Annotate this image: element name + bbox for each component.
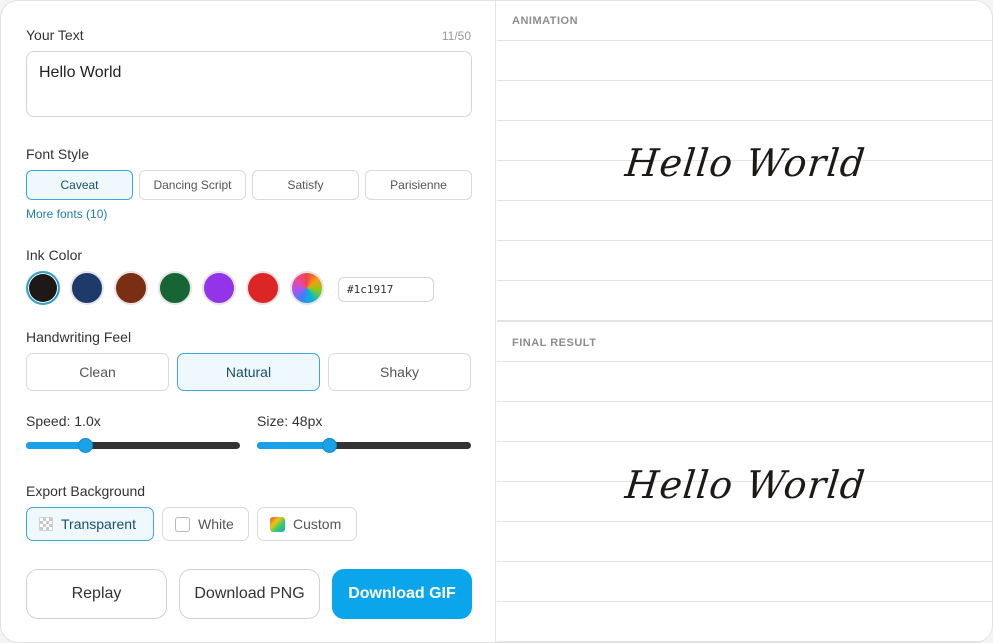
character-counter: 11/50 — [441, 29, 471, 43]
speed-label: Speed: 1.0x — [26, 413, 101, 429]
speed-slider[interactable] — [26, 438, 240, 453]
speed-slider-fill — [26, 442, 86, 449]
bg-option-custom[interactable]: Custom — [257, 507, 357, 541]
preview-panel: ANIMATION Hello World FINAL RESULT Hello… — [497, 1, 992, 642]
download-gif-button[interactable]: Download GIF — [332, 569, 472, 619]
bg-option-transparent[interactable]: Transparent — [26, 507, 154, 541]
text-input-label: Your Text — [26, 27, 84, 43]
color-palette-icon — [270, 516, 285, 532]
swatch-purple[interactable] — [202, 271, 236, 305]
bg-option-label: Custom — [293, 516, 342, 532]
font-option-caveat[interactable]: Caveat — [26, 170, 133, 200]
speed-slider-thumb[interactable] — [77, 438, 93, 453]
size-slider-fill — [257, 442, 330, 449]
swatch-black[interactable] — [26, 271, 60, 305]
controls-panel: Your Text 11/50 Hello World Font Style C… — [1, 1, 496, 642]
download-png-button[interactable]: Download PNG — [179, 569, 320, 619]
bg-option-label: Transparent — [61, 516, 136, 532]
animation-handwriting: Hello World — [623, 141, 868, 185]
replay-button[interactable]: Replay — [26, 569, 167, 619]
hex-color-input[interactable] — [338, 277, 434, 302]
bg-option-white[interactable]: White — [162, 507, 249, 541]
size-slider-thumb[interactable] — [321, 438, 337, 453]
handwriting-feel-label: Handwriting Feel — [26, 329, 132, 345]
swatch-brown[interactable] — [114, 271, 148, 305]
final-handwriting: Hello World — [623, 463, 868, 507]
handwriting-app: Your Text 11/50 Hello World Font Style C… — [0, 0, 993, 643]
swatch-custom-rainbow[interactable] — [290, 271, 324, 305]
feel-option-natural[interactable]: Natural — [177, 353, 320, 391]
font-option-parisienne[interactable]: Parisienne — [365, 170, 472, 200]
font-style-label: Font Style — [26, 146, 90, 162]
text-input[interactable]: Hello World — [26, 51, 472, 117]
final-result-title: FINAL RESULT — [512, 337, 597, 349]
more-fonts-link[interactable]: More fonts (10) — [26, 207, 107, 221]
font-option-satisfy[interactable]: Satisfy — [252, 170, 359, 200]
bg-option-label: White — [198, 516, 234, 532]
checkerboard-icon — [39, 517, 53, 531]
swatch-red[interactable] — [246, 271, 280, 305]
swatch-green[interactable] — [158, 271, 192, 305]
export-background-label: Export Background — [26, 483, 146, 499]
size-label: Size: 48px — [257, 413, 323, 429]
white-square-icon — [175, 516, 190, 532]
swatch-navy[interactable] — [70, 271, 104, 305]
animation-title: ANIMATION — [512, 15, 579, 27]
feel-option-shaky[interactable]: Shaky — [328, 353, 471, 391]
feel-option-clean[interactable]: Clean — [26, 353, 169, 391]
size-slider[interactable] — [257, 438, 471, 453]
font-option-dancing-script[interactable]: Dancing Script — [139, 170, 246, 200]
ink-color-label: Ink Color — [26, 247, 83, 263]
